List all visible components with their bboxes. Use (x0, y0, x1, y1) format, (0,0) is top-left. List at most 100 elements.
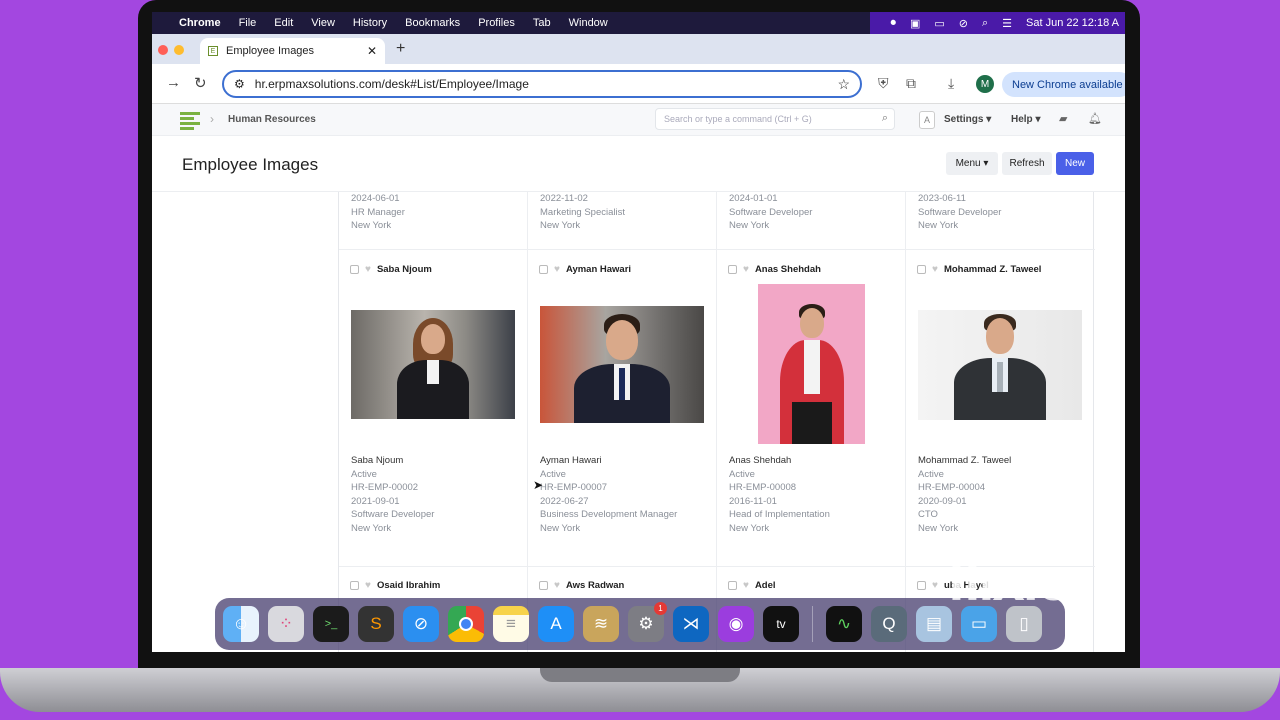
menu-history[interactable]: History (353, 17, 387, 29)
vscode-icon[interactable]: ⋊ (673, 606, 709, 642)
site-settings-icon[interactable]: ⚙ (234, 77, 245, 91)
app-logo[interactable] (180, 112, 200, 130)
close-tab-icon[interactable]: ✕ (367, 44, 377, 58)
forward-icon[interactable]: → (166, 74, 181, 91)
extensions-icon[interactable]: ⧉ (906, 75, 916, 92)
select-checkbox[interactable] (350, 265, 359, 274)
launchpad-icon[interactable]: ⁘ (268, 606, 304, 642)
notes-icon[interactable]: ≡ (493, 606, 529, 642)
podcasts-icon[interactable]: ◉ (718, 606, 754, 642)
minimize-window-icon[interactable] (174, 45, 184, 55)
previous-card-meta: 2023-06-11 Software Developer New York (918, 192, 1001, 233)
profile-avatar[interactable]: M (976, 75, 994, 93)
menu-app-name[interactable]: Chrome (179, 17, 221, 29)
card-title[interactable]: Adel (755, 580, 776, 591)
menu-window[interactable]: Window (569, 17, 608, 29)
terminal-icon[interactable]: >_ (313, 606, 349, 642)
new-button[interactable]: New (1056, 152, 1094, 175)
settings-dropdown[interactable]: Settings ▾ (944, 114, 991, 125)
like-heart-icon[interactable]: ♥ (932, 580, 938, 591)
search-icon[interactable]: ⌕ (882, 112, 888, 125)
employee-photo[interactable] (758, 284, 865, 444)
keyboard-layout-icon[interactable]: ▣ (910, 17, 920, 30)
apple-tv-icon[interactable]: tv (763, 606, 799, 642)
control-center-icon[interactable]: ☰ (1002, 17, 1012, 30)
link-icon[interactable]: ⊘ (959, 17, 968, 30)
chat-icon[interactable]: ▰ (1059, 112, 1067, 125)
card-designation: Software Developer (729, 206, 813, 218)
search-icon[interactable]: ⌕ (982, 17, 988, 30)
like-heart-icon[interactable]: ♥ (743, 580, 749, 591)
menu-bookmarks[interactable]: Bookmarks (405, 17, 460, 29)
new-tab-icon[interactable]: + (396, 40, 405, 58)
card-title[interactable]: Ayman Hawari (566, 264, 631, 275)
sublime-icon[interactable]: S (358, 606, 394, 642)
row-divider (717, 249, 906, 250)
previous-card-meta: 2022-11-02 Marketing Specialist New York (540, 192, 625, 233)
download-icon[interactable]: ⤓ (948, 75, 954, 92)
card-title[interactable]: Mohammad Z. Taweel (944, 264, 1041, 275)
select-checkbox[interactable] (728, 265, 737, 274)
app-store-icon[interactable]: A (538, 606, 574, 642)
notification-bell-icon[interactable]: 🔔︎ (1088, 112, 1102, 125)
card-title[interactable]: Anas Shehdah (755, 264, 821, 275)
photo-face (421, 324, 445, 354)
select-checkbox[interactable] (350, 581, 359, 590)
like-heart-icon[interactable]: ♥ (365, 580, 371, 591)
chrome-update-button[interactable]: New Chrome available (1002, 72, 1125, 97)
help-dropdown[interactable]: Help ▾ (1011, 114, 1040, 125)
bookmark-star-icon[interactable]: ☆ (837, 76, 850, 93)
refresh-button[interactable]: Refresh (1002, 152, 1052, 175)
reload-icon[interactable]: ↻ (194, 74, 207, 92)
employee-photo[interactable] (540, 306, 704, 423)
breadcrumb[interactable]: Human Resources (228, 114, 316, 125)
chrome-icon[interactable] (448, 606, 484, 642)
card-designation: Business Development Manager (540, 509, 678, 520)
like-heart-icon[interactable]: ♥ (554, 264, 560, 275)
card-header: ♥ Ayman Hawari (539, 264, 631, 275)
tab-employee-images[interactable]: E Employee Images ✕ (200, 38, 385, 64)
like-heart-icon[interactable]: ♥ (554, 580, 560, 591)
select-checkbox[interactable] (539, 265, 548, 274)
record-icon[interactable]: ⏺ (890, 17, 896, 30)
menu-file[interactable]: File (239, 17, 257, 29)
like-heart-icon[interactable]: ♥ (743, 264, 749, 275)
system-settings-icon[interactable]: ⚙ 1 (628, 602, 667, 642)
employee-photo[interactable] (918, 310, 1082, 420)
like-heart-icon[interactable]: ♥ (932, 264, 938, 275)
close-window-icon[interactable] (158, 45, 168, 55)
card-title[interactable]: Saba Njoum (377, 264, 432, 275)
browser-toolbar: → ↻ ⚙ hr.erpmaxsolutions.com/desk#List/E… (152, 64, 1125, 104)
page-title: Employee Images (182, 155, 319, 174)
battery-icon[interactable]: ▭ (934, 17, 944, 30)
menubar-clock[interactable]: Sat Jun 22 12:18 A (1026, 17, 1119, 29)
menu-view[interactable]: View (311, 17, 335, 29)
awesome-bar-input[interactable]: Search or type a command (Ctrl + G) ⌕ (655, 108, 895, 130)
like-heart-icon[interactable]: ♥ (365, 264, 371, 275)
select-checkbox[interactable] (917, 581, 926, 590)
card-designation: Head of Implementation (729, 509, 830, 520)
shield-icon[interactable]: ⛨ (878, 75, 889, 92)
user-avatar[interactable]: A (919, 111, 935, 129)
menu-profiles[interactable]: Profiles (478, 17, 515, 29)
quicktime-icon[interactable]: Q (871, 606, 907, 642)
safari-icon[interactable]: ⊘ (403, 606, 439, 642)
address-bar[interactable]: ⚙ hr.erpmaxsolutions.com/desk#List/Emplo… (222, 70, 862, 98)
row-divider (339, 566, 528, 567)
card-title[interactable]: Osaid Ibrahim (377, 580, 440, 591)
activity-monitor-icon[interactable]: ∿ (826, 606, 862, 642)
card-title[interactable]: Aws Radwan (566, 580, 624, 591)
status-area: ⏺ ▣ ▭ ⊘ ⌕ ☰ Sat Jun 22 12:18 A (870, 12, 1125, 34)
database-icon[interactable]: ≋ (583, 606, 619, 642)
menu-edit[interactable]: Edit (274, 17, 293, 29)
select-checkbox[interactable] (917, 265, 926, 274)
select-checkbox[interactable] (539, 581, 548, 590)
menu-button[interactable]: Menu ▾ (946, 152, 998, 175)
menu-tab[interactable]: Tab (533, 17, 551, 29)
card-location: New York (351, 522, 392, 534)
card-header: ♥ Aws Radwan (539, 580, 624, 591)
finder-icon[interactable]: ☺ (223, 606, 259, 642)
select-checkbox[interactable] (728, 581, 737, 590)
employee-photo[interactable] (351, 310, 515, 419)
card-meta: Saba Njoum Active HR-EMP-00002 2021-09-0… (351, 454, 434, 535)
